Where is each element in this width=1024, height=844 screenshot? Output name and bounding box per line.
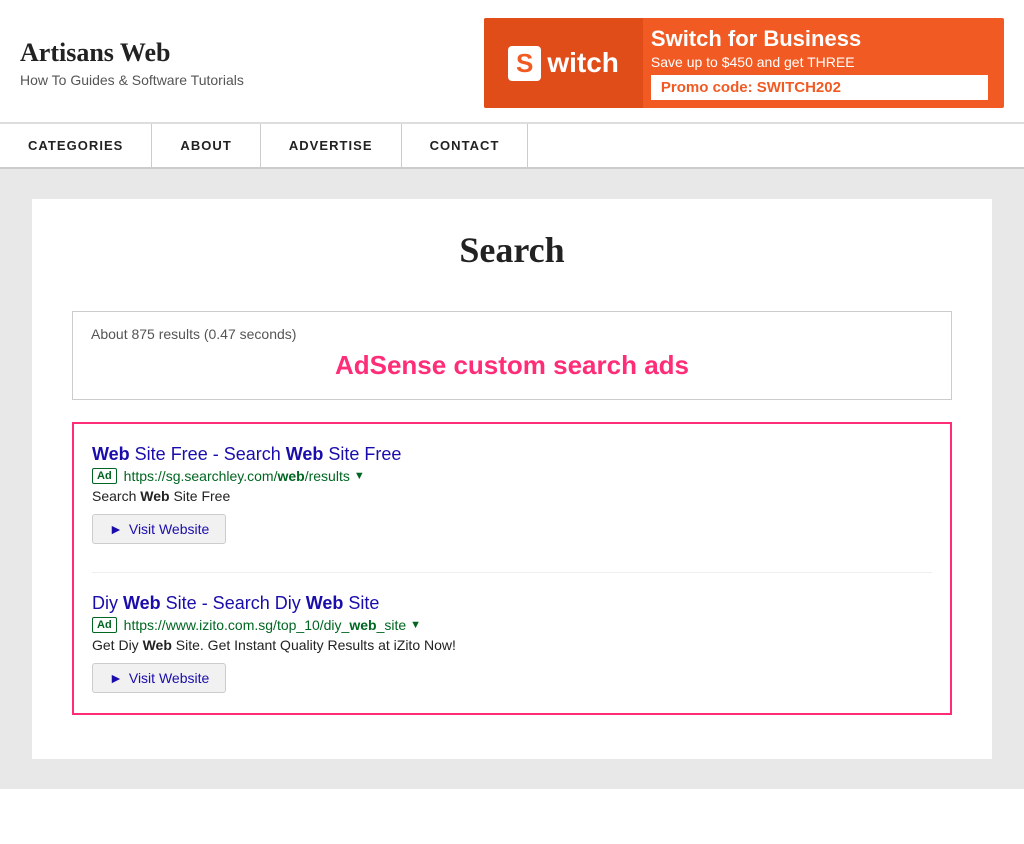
ad-arrow-1: ▼ <box>354 470 365 482</box>
nav-item-categories[interactable]: CATEGORIES <box>0 124 152 167</box>
adsense-label: AdSense custom search ads <box>91 350 933 381</box>
ad-arrow-2: ▼ <box>410 619 421 631</box>
results-meta: About 875 results (0.47 seconds) <box>91 326 933 342</box>
ad-divider <box>92 572 932 573</box>
nav-item-contact[interactable]: CONTACT <box>402 124 529 167</box>
visit-arrow-icon-2: ► <box>109 670 123 686</box>
nav-item-advertise[interactable]: ADVERTISE <box>261 124 402 167</box>
visit-btn-label-2: Visit Website <box>129 670 209 686</box>
site-title: Artisans Web <box>20 38 244 68</box>
site-subtitle: How To Guides & Software Tutorials <box>20 72 244 88</box>
banner-logo-text: witch <box>547 47 619 79</box>
ad-title-2[interactable]: Diy Web Site - Search Diy Web Site <box>92 593 379 613</box>
ads-container: Web Site Free - Search Web Site Free Ad … <box>72 422 952 715</box>
banner-ad[interactable]: S witch Switch for Business Save up to $… <box>484 18 1004 108</box>
site-header: Artisans Web How To Guides & Software Tu… <box>0 0 1024 123</box>
visit-btn-label-1: Visit Website <box>129 521 209 537</box>
ad-item-1: Web Site Free - Search Web Site Free Ad … <box>92 444 932 544</box>
banner-text-area: Switch for Business Save up to $450 and … <box>643 18 1004 108</box>
banner-logo-s: S <box>508 46 541 81</box>
ad-badge-1: Ad <box>92 468 117 484</box>
ad-badge-2: Ad <box>92 617 117 633</box>
ad-url-2: https://www.izito.com.sg/top_10/diy_web_… <box>124 617 406 633</box>
results-meta-box: About 875 results (0.47 seconds) AdSense… <box>72 311 952 400</box>
page-title: Search <box>72 229 952 271</box>
ad-url-row-2: Ad https://www.izito.com.sg/top_10/diy_w… <box>92 617 932 633</box>
ad-url-1: https://sg.searchley.com/web/results <box>124 468 350 484</box>
ad-item-2: Diy Web Site - Search Diy Web Site Ad ht… <box>92 593 932 693</box>
nav-item-about[interactable]: ABOUT <box>152 124 260 167</box>
brand: Artisans Web How To Guides & Software Tu… <box>20 38 244 88</box>
banner-logo: S witch <box>484 18 643 108</box>
main-content: Search About 875 results (0.47 seconds) … <box>0 169 1024 789</box>
visit-website-button-2[interactable]: ► Visit Website <box>92 663 226 693</box>
ad-title-1[interactable]: Web Site Free - Search Web Site Free <box>92 444 401 464</box>
ad-desc-2: Get Diy Web Site. Get Instant Quality Re… <box>92 637 932 653</box>
banner-promo: Promo code: SWITCH202 <box>651 75 988 100</box>
main-nav: CATEGORIES ABOUT ADVERTISE CONTACT <box>0 123 1024 169</box>
banner-sub-text: Save up to $450 and get THREE <box>651 54 988 70</box>
content-card: Search About 875 results (0.47 seconds) … <box>32 199 992 759</box>
visit-arrow-icon-1: ► <box>109 521 123 537</box>
ad-desc-1: Search Web Site Free <box>92 488 932 504</box>
visit-website-button-1[interactable]: ► Visit Website <box>92 514 226 544</box>
banner-main-text: Switch for Business <box>651 26 988 52</box>
ad-url-row-1: Ad https://sg.searchley.com/web/results … <box>92 468 932 484</box>
